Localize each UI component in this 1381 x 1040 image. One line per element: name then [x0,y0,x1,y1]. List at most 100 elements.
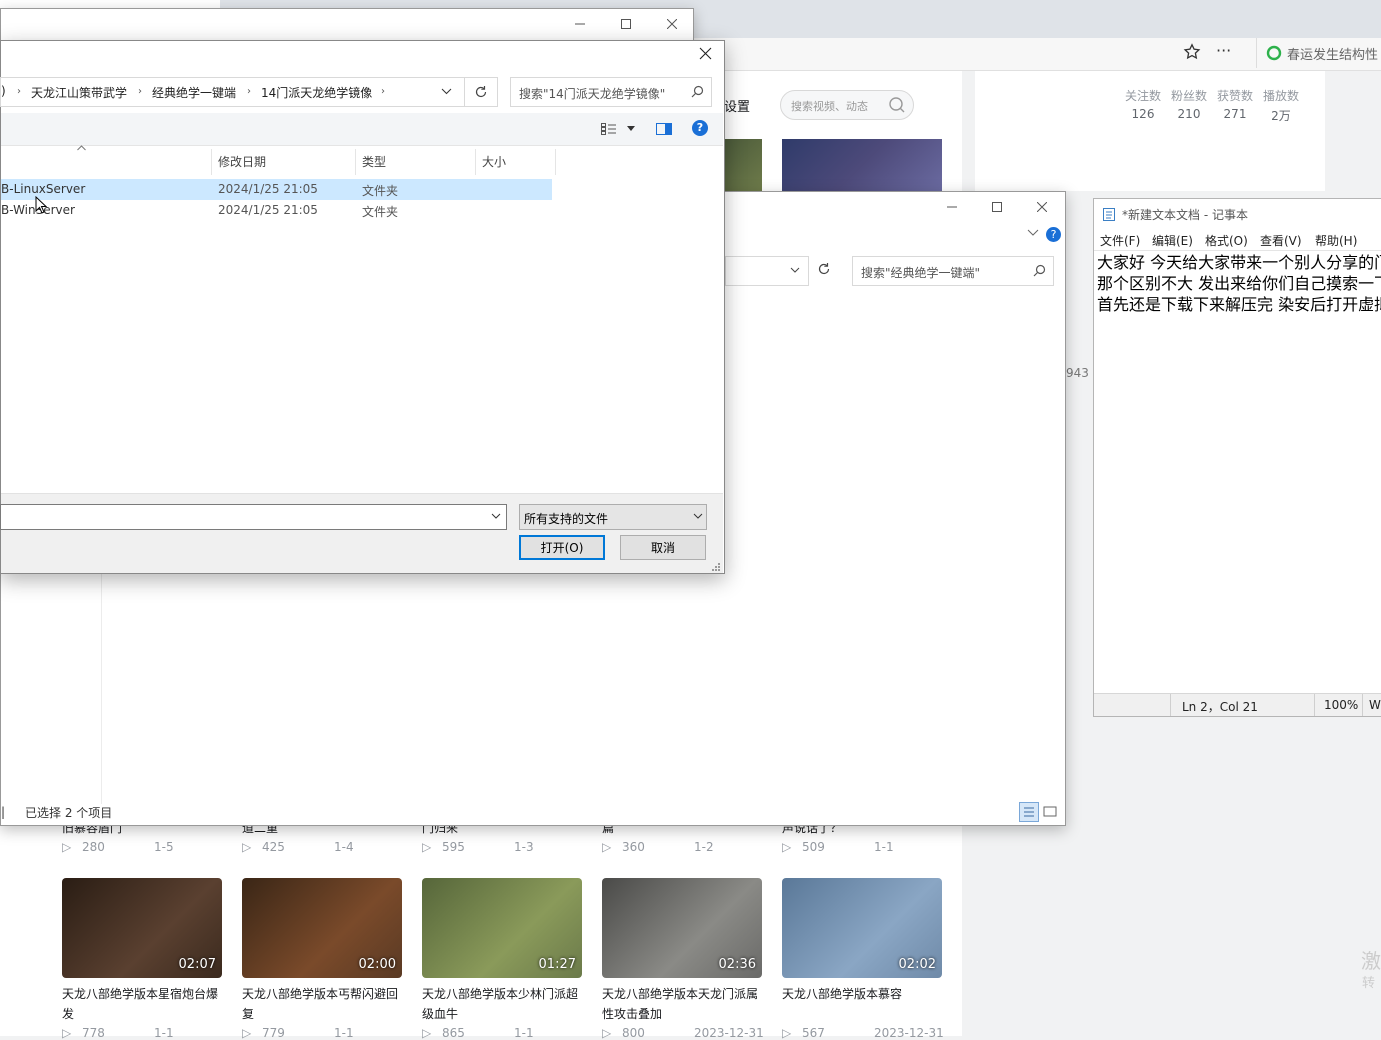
file-type-filter[interactable]: 所有支持的文件 [519,504,707,530]
column-divider [211,149,212,175]
resize-grip-icon[interactable] [711,562,721,572]
video-title[interactable]: 天龙八部绝学版本星宿炮台爆发 [62,984,224,1024]
preview-pane-icon[interactable] [656,122,672,136]
notepad-menubar: 文件(F) 编辑(E) 格式(O) 查看(V) 帮助(H) [1100,232,1381,250]
close-icon[interactable] [1019,192,1065,222]
address-dropdown[interactable] [725,256,809,286]
menu-file[interactable]: 文件(F) [1100,232,1140,249]
play-count-icon: ▷ [782,1026,792,1040]
video-thumbnail[interactable]: 02:07 [62,878,222,978]
dialog-search-placeholder: 搜索"14门派天龙绝学镜像" [519,87,666,101]
status-divider [1314,694,1315,716]
upload-date: 1-5 [154,840,174,854]
dialog-address-bar[interactable]: ) › 天龙江山策带武学 › 经典绝学一键端 › 14门派天龙绝学镜像 › [0,77,465,107]
upload-date: 1-4 [334,840,354,854]
upload-date: 1-1 [514,1026,534,1040]
column-size[interactable]: 大小 [482,153,506,170]
page-settings-link[interactable]: 设置 [724,96,750,115]
watermark-text: 转 [1362,976,1376,991]
column-date[interactable]: 修改日期 [218,153,266,170]
breadcrumb-separator-icon: › [138,86,142,97]
chevron-down-icon[interactable] [1027,229,1039,237]
chevron-down-icon[interactable] [790,267,800,274]
refresh-button[interactable] [464,77,498,107]
help-icon[interactable]: ? [1046,227,1061,242]
file-row[interactable]: B-WinServer 2024/1/25 21:05 文件夹 [1,200,552,221]
menu-edit[interactable]: 编辑(E) [1152,232,1193,249]
upload-date: 1-1 [334,1026,354,1040]
sort-ascending-icon [77,145,86,151]
search-icon[interactable] [1033,264,1046,277]
play-count-icon: ▷ [782,840,792,854]
search-icon[interactable] [888,96,906,114]
minimize-icon[interactable] [557,9,603,39]
close-icon[interactable] [649,9,695,39]
watermark-text: 激 [1361,949,1381,973]
open-file-dialog: ) › 天龙江山策带武学 › 经典绝学一键端 › 14门派天龙绝学镜像 › 搜索… [0,40,725,574]
open-button[interactable]: 打开(O) [519,535,605,560]
play-count-icon: ▷ [602,1026,612,1040]
file-name-input[interactable] [0,504,507,530]
chevron-down-icon[interactable] [441,88,452,95]
cancel-button[interactable]: 取消 [620,535,706,560]
explorer-search-input[interactable]: 搜索"经典绝学一键端" [852,256,1054,286]
video-duration: 02:00 [358,957,396,972]
space-search-input[interactable]: 搜索视频、动态 [780,90,914,120]
play-count: 779 [262,1026,285,1040]
details-view-icon[interactable] [1019,802,1039,822]
stat-plays-label: 播放数 [1262,89,1299,103]
favorite-star-icon[interactable] [1183,43,1201,61]
video-title[interactable]: 天龙八部绝学版本少林门派超级血牛 [422,984,584,1024]
refresh-icon[interactable] [817,262,831,276]
menu-view[interactable]: 查看(V) [1260,232,1302,249]
caret-down-icon[interactable] [627,126,635,132]
dialog-search-input[interactable]: 搜索"14门派天龙绝学镜像" [510,77,712,107]
refresh-icon[interactable] [474,85,488,99]
upload-date: 2023-12-31 [874,1026,944,1040]
notepad-icon [1102,206,1116,222]
maximize-icon[interactable] [603,9,649,39]
more-menu-icon[interactable]: ··· [1216,41,1231,60]
play-count: 778 [82,1026,105,1040]
upload-date: 1-1 [874,840,894,854]
news-ticker[interactable]: 春运发生结构性 [1287,44,1378,63]
breadcrumb-item[interactable]: 天龙江山策带武学 [31,84,127,101]
cursor-position: Ln 2，Col 21 [1182,700,1258,714]
chevron-down-icon[interactable] [693,513,703,520]
close-icon[interactable] [699,47,712,60]
video-duration: 01:27 [538,957,576,972]
upload-date: 1-1 [154,1026,174,1040]
video-thumbnail[interactable]: 02:36 [602,878,762,978]
video-title[interactable]: 天龙八部绝学版本天龙门派属性攻击叠加 [602,984,764,1024]
large-icons-view-icon[interactable] [1042,803,1058,819]
page-gap [1066,390,1093,402]
chevron-down-icon[interactable] [491,513,501,520]
browser-active-tab[interactable] [0,0,220,8]
minimize-icon[interactable] [929,192,975,222]
video-title[interactable]: 天龙八部绝学版本丐帮闪避回复 [242,984,404,1024]
stat-following-label: 关注数 [1124,89,1161,103]
help-icon[interactable]: ? [692,120,708,136]
menu-help[interactable]: 帮助(H) [1315,232,1357,249]
explorer-back-titlebar [0,8,694,42]
stat-following-value[interactable]: 126 [1121,107,1165,121]
breadcrumb-item[interactable]: 经典绝学一键端 [152,84,236,101]
stat-followers-label: 粉丝数 [1170,89,1207,103]
play-count-icon: ▷ [422,1026,432,1040]
maximize-icon[interactable] [974,192,1020,222]
video-thumbnail-partial[interactable] [782,139,942,191]
play-count: 800 [622,1026,645,1040]
video-thumbnail[interactable]: 01:27 [422,878,582,978]
file-row[interactable]: B-LinuxServer 2024/1/25 21:05 文件夹 [1,179,552,200]
menu-format[interactable]: 格式(O) [1205,232,1248,249]
search-icon[interactable] [691,85,704,98]
video-thumbnail-partial[interactable] [724,139,762,191]
video-thumbnail[interactable]: 02:02 [782,878,942,978]
stat-followers-value[interactable]: 210 [1167,107,1211,121]
view-options-icon[interactable] [601,123,617,135]
video-thumbnail[interactable]: 02:00 [242,878,402,978]
notepad-text-area[interactable]: 大家好 今天给大家带来一个别人分享的门 那个区别不大 发出来给你们自己摸索一下 … [1094,250,1381,694]
breadcrumb-item[interactable]: 14门派天龙绝学镜像 [261,84,372,101]
column-type[interactable]: 类型 [362,153,386,170]
video-title[interactable]: 天龙八部绝学版本慕容 [782,984,944,1004]
